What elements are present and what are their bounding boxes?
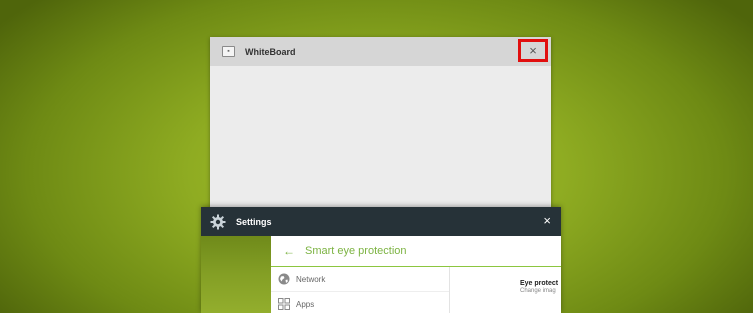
whiteboard-app-icon: ▪ <box>222 46 235 57</box>
setting-subtitle: Change imag <box>520 288 556 294</box>
apps-grid-icon <box>278 298 290 310</box>
whiteboard-card-header: ▪ WhiteBoard × <box>210 37 551 66</box>
whiteboard-close-button[interactable]: × <box>518 39 548 62</box>
settings-page-title: Smart eye protection <box>305 245 407 257</box>
nav-item-label: Apps <box>296 299 315 309</box>
setting-title: Eye protect <box>520 280 559 287</box>
settings-close-button[interactable]: × <box>543 213 551 228</box>
whiteboard-card-title: WhiteBoard <box>245 46 296 57</box>
settings-card-header: Settings × <box>201 207 561 236</box>
recents-screen: ▪ WhiteBoard × Settings × ← Smart eye pr… <box>0 0 753 313</box>
whiteboard-recent-card[interactable]: ▪ WhiteBoard × <box>210 37 551 227</box>
globe-icon <box>278 273 290 285</box>
settings-card-title: Settings <box>236 216 272 227</box>
gear-icon <box>210 214 226 229</box>
back-arrow-icon[interactable]: ← <box>283 244 295 258</box>
nav-item-network[interactable]: Network <box>271 267 449 291</box>
settings-wallpaper-strip <box>201 236 271 313</box>
nav-item-apps[interactable]: Apps <box>271 291 449 313</box>
settings-toolbar: ← Smart eye protection <box>271 236 561 267</box>
settings-content: ← Smart eye protection Network Apps Eye … <box>271 236 561 313</box>
nav-item-label: Network <box>296 274 326 284</box>
eye-protection-setting[interactable]: Eye protect Change imag <box>520 280 561 294</box>
settings-nav-list: Network Apps <box>271 267 450 313</box>
settings-recent-card[interactable]: Settings × ← Smart eye protection Networ… <box>201 207 561 313</box>
